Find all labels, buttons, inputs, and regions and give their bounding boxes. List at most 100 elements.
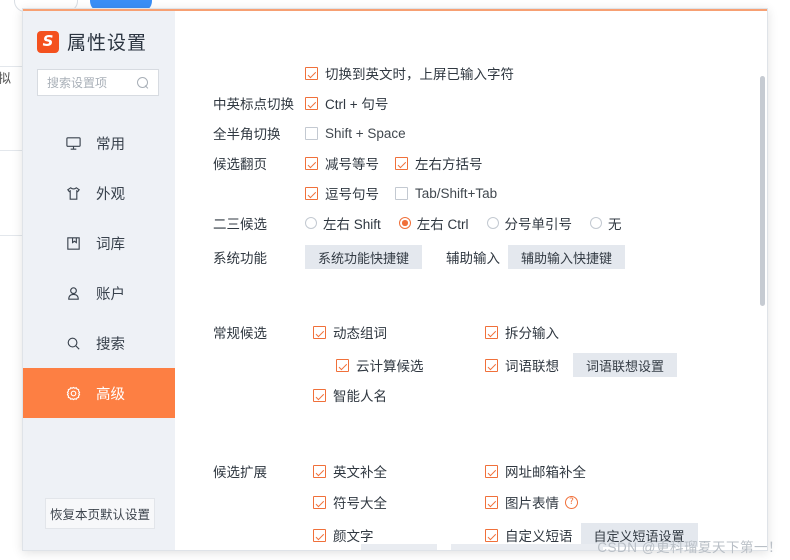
checkbox-tab-shift-tab[interactable]: Tab/Shift+Tab: [395, 186, 497, 201]
sidebar-item-label: 常用: [96, 136, 125, 153]
checkbox-box: [485, 495, 498, 509]
checkbox-box: [485, 528, 498, 542]
settings-content: 切换到英文时，上屏已输入字符 中英标点切换 Ctrl + 句号 全半角切换 Sh…: [175, 11, 767, 550]
checkbox-label: Ctrl + 句号: [325, 97, 389, 112]
checkbox-label: 网址邮箱补全: [505, 465, 586, 480]
row-general-1: 动态组词 拆分输入: [313, 322, 559, 342]
checkbox-cloud-candidate[interactable]: 云计算候选: [336, 355, 508, 375]
user-icon: [65, 285, 82, 302]
checkbox-symbols[interactable]: 符号大全: [313, 492, 485, 512]
radio-circle: [305, 217, 317, 229]
checkbox-kaomoji[interactable]: 颜文字: [313, 525, 485, 545]
checkbox-box: [395, 186, 408, 200]
sidebar-item-label: 词库: [96, 236, 125, 253]
checkbox-label: 英文补全: [333, 465, 387, 480]
system-shortcuts-button[interactable]: 系统功能快捷键: [305, 245, 423, 269]
backdrop-glyph: 拟: [0, 72, 12, 87]
radio-shift[interactable]: 左右 Shift: [305, 213, 381, 233]
row-extend-1: 英文补全 网址邮箱补全: [313, 461, 586, 481]
checkbox-label: 智能人名: [333, 389, 387, 404]
checkbox-word-association[interactable]: 词语联想: [485, 355, 559, 375]
checkbox-url-email-complete[interactable]: 网址邮箱补全: [485, 461, 586, 481]
sidebar-item-label: 搜索: [96, 336, 125, 353]
checkbox-label: 动态组词: [333, 326, 387, 341]
sidebar-item-changyong[interactable]: 常用: [23, 118, 175, 168]
checkbox-minus-equal[interactable]: 减号等号: [305, 153, 395, 173]
checkbox-box: [305, 96, 318, 110]
checkbox-box: [336, 358, 349, 372]
checkbox-label: 切换到英文时，上屏已输入字符: [325, 67, 514, 82]
row-candidate-paging: 候选翻页 减号等号 左右方括号: [213, 153, 483, 173]
checkbox-smart-name[interactable]: 智能人名: [313, 385, 387, 405]
checkbox-label: Shift + Space: [325, 125, 406, 141]
search-icon: [137, 76, 149, 89]
checkbox-label: 逗号句号: [325, 187, 379, 202]
book-icon: [65, 235, 82, 252]
checkbox-label: 自定义短语: [505, 529, 573, 544]
checkbox-label: 拆分输入: [505, 326, 559, 341]
checkbox-label: 左右方括号: [415, 157, 483, 172]
checkbox-english-switch[interactable]: 切换到英文时，上屏已输入字符: [305, 63, 514, 83]
checkbox-english-complete[interactable]: 英文补全: [313, 461, 485, 481]
row-label: 候选翻页: [213, 157, 267, 172]
row-general-2: 云计算候选 词语联想 词语联想设置: [313, 353, 678, 377]
watermark: CSDN @更科瑠夏天下第一！: [597, 540, 782, 555]
checkbox-box: [313, 495, 326, 509]
checkbox-comma-period[interactable]: 逗号句号: [305, 183, 395, 203]
row-general-3: 智能人名: [313, 385, 387, 405]
radio-label: 无: [608, 217, 622, 232]
checkbox-ctrl-period[interactable]: Ctrl + 句号: [305, 93, 388, 113]
clipped-widget: [361, 544, 437, 550]
checkbox-box: [485, 464, 498, 478]
reset-defaults-button[interactable]: 恢复本页默认设置: [45, 498, 155, 529]
sidebar-item-gaoji[interactable]: 高级: [23, 368, 175, 418]
sidebar-item-waiguan[interactable]: 外观: [23, 168, 175, 218]
checkbox-box: [485, 358, 498, 372]
checkbox-box: [395, 156, 408, 170]
row-width-switch: 全半角切换 Shift + Space: [213, 123, 406, 143]
word-association-settings-button[interactable]: 词语联想设置: [573, 353, 678, 377]
checkbox-brackets[interactable]: 左右方括号: [395, 153, 483, 173]
checkbox-label: 减号等号: [325, 157, 379, 172]
properties-settings-dialog: ? − ✕ S 属性设置 常用: [22, 8, 768, 551]
radio-label: 分号单引号: [504, 217, 573, 232]
page-title: 属性设置: [67, 33, 148, 54]
radio-ctrl[interactable]: 左右 Ctrl: [398, 213, 469, 233]
radio-semicolon-quote[interactable]: 分号单引号: [486, 213, 573, 233]
sidebar-item-label: 账户: [96, 286, 125, 303]
sidebar-item-label: 外观: [96, 186, 125, 203]
group-title-general: 常规候选: [213, 326, 267, 341]
checkbox-box: [313, 464, 326, 478]
scrollbar-thumb[interactable]: [760, 76, 765, 306]
checkbox-dynamic-word[interactable]: 动态组词: [313, 322, 485, 342]
row-label: 系统功能: [213, 251, 267, 266]
checkbox-box: [305, 186, 318, 200]
search-box[interactable]: [37, 69, 159, 96]
checkbox-split-input[interactable]: 拆分输入: [485, 322, 559, 342]
checkbox-label: 云计算候选: [356, 359, 424, 374]
help-icon[interactable]: ?: [565, 495, 578, 509]
sidebar-item-ciku[interactable]: 词库: [23, 218, 175, 268]
sidebar-item-zhanghu[interactable]: 账户: [23, 268, 175, 318]
radio-none[interactable]: 无: [590, 213, 622, 233]
checkbox-box: [305, 156, 318, 170]
row-extend-2: 符号大全 图片表情 ?: [313, 492, 578, 512]
assist-input-label: 辅助输入: [446, 251, 501, 266]
assist-input-shortcuts-button[interactable]: 辅助输入快捷键: [508, 245, 626, 269]
gear-icon: [65, 385, 82, 402]
checkbox-box: [313, 528, 326, 542]
sidebar-item-sousuo[interactable]: 搜索: [23, 318, 175, 368]
sogou-logo-icon: S: [37, 30, 59, 53]
checkbox-label: 图片表情: [505, 496, 559, 511]
checkbox-image-emoji[interactable]: 图片表情: [485, 492, 559, 512]
brand: S 属性设置: [23, 11, 175, 55]
row-punctuation-switch: 中英标点切换 Ctrl + 句号: [213, 93, 388, 113]
group-title-extend: 候选扩展: [213, 465, 267, 480]
checkbox-box: [305, 66, 318, 80]
search-input[interactable]: [45, 74, 137, 91]
checkbox-label: Tab/Shift+Tab: [415, 185, 498, 201]
checkbox-shift-space[interactable]: Shift + Space: [305, 126, 406, 141]
checkbox-box: [313, 325, 326, 339]
checkbox-custom-phrase[interactable]: 自定义短语: [485, 525, 573, 545]
shirt-icon: [65, 185, 82, 202]
